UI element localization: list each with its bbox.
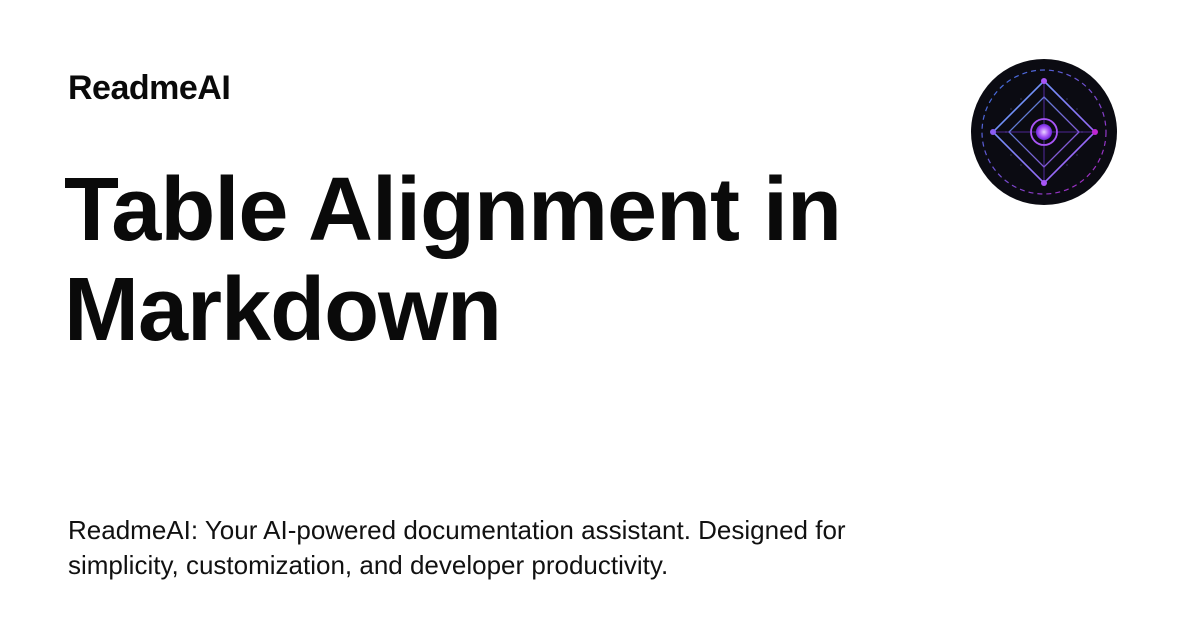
page-description: ReadmeAI: Your AI-powered documentation … [68, 515, 846, 580]
page-title: Table Alignment in Markdown [64, 160, 842, 360]
og-card: ReadmeAI Table Alignment in Markdown Rea… [0, 0, 1200, 630]
diamond-target-icon [971, 59, 1117, 205]
readmeai-logo [971, 59, 1117, 205]
brand-name: ReadmeAI [68, 69, 231, 107]
